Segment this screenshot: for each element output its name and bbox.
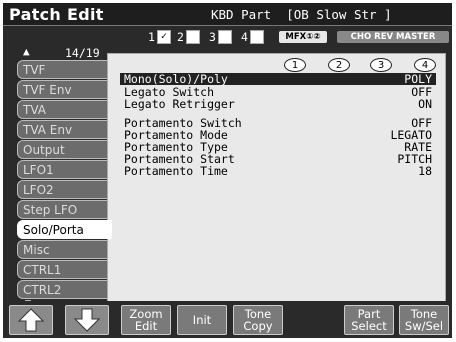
title-bar: Patch Edit KBD Part [OB Slow Str ] <box>3 3 452 26</box>
param-value: 18 <box>418 164 432 178</box>
cho-rev-master-button[interactable]: CHO REV MASTER <box>337 31 449 43</box>
tab-solo-porta[interactable]: Solo/Porta <box>17 220 112 239</box>
patch-edit-screen: Patch Edit KBD Part [OB Slow Str ] 1 ✓ 2… <box>3 3 452 338</box>
tab-counter: ▲ 14/19 <box>23 45 109 61</box>
zoom-edit-button[interactable]: Zoom Edit <box>121 305 171 335</box>
part-3-toggle[interactable]: 3 <box>209 29 232 44</box>
part-info: KBD Part [OB Slow Str ] <box>211 7 392 22</box>
part-2-label: 2 <box>177 29 184 44</box>
part-1-toggle[interactable]: 1 ✓ <box>148 29 171 44</box>
part-select-bar: 1 ✓ 2 3 4 MFX①② CHO REV MASTER <box>3 26 452 46</box>
page-title: Patch Edit <box>9 5 104 24</box>
tab-lfo2[interactable]: LFO2 <box>17 180 107 199</box>
param-row-legato-retrigger[interactable]: Legato Retrigger ON <box>120 98 436 110</box>
param-label: Portamento Time <box>124 164 228 178</box>
cursor-up-button[interactable] <box>9 305 53 335</box>
param-row-mono-poly[interactable]: Mono(Solo)/Poly POLY <box>120 73 436 85</box>
param-value: ON <box>418 97 432 111</box>
init-button[interactable]: Init <box>177 305 227 335</box>
part-4-label: 4 <box>241 29 248 44</box>
part-3-checkbox[interactable] <box>217 29 232 44</box>
tone-1-switch[interactable]: 1 <box>284 58 306 72</box>
part-4-checkbox[interactable] <box>249 29 264 44</box>
part-1-label: 1 <box>148 29 155 44</box>
tab-lfo1[interactable]: LFO1 <box>17 160 107 179</box>
tone-2-switch[interactable]: 2 <box>328 58 350 72</box>
param-label: Legato Retrigger <box>124 97 235 111</box>
tab-misc[interactable]: Misc <box>17 240 107 259</box>
function-bar: Zoom Edit Init Tone Copy Part Select Ton… <box>3 301 452 338</box>
param-value: POLY <box>404 72 432 86</box>
down-arrow-icon <box>74 308 100 332</box>
scroll-up-icon[interactable]: ▲ <box>23 45 30 58</box>
part-4-toggle[interactable]: 4 <box>241 29 264 44</box>
parameter-panel: 1 2 3 4 Mono(Solo)/Poly POLY Legato Swit… <box>107 53 446 302</box>
param-row-portamento-time[interactable]: Portamento Time 18 <box>120 165 436 177</box>
tone-copy-button[interactable]: Tone Copy <box>233 305 283 335</box>
tab-tvf-env[interactable]: TVF Env <box>17 80 107 99</box>
tone-3-switch[interactable]: 3 <box>370 58 392 72</box>
tab-tva[interactable]: TVA <box>17 100 107 119</box>
tab-tva-env[interactable]: TVA Env <box>17 120 107 139</box>
tab-tvf[interactable]: TVF <box>17 60 107 79</box>
tab-ctrl2[interactable]: CTRL2 <box>17 280 107 299</box>
part-1-checkbox[interactable]: ✓ <box>156 29 171 44</box>
part-3-label: 3 <box>209 29 216 44</box>
tone-4-switch[interactable]: 4 <box>414 58 436 72</box>
tone-sw-sel-button[interactable]: Tone Sw/Sel <box>399 305 449 335</box>
mfx-button[interactable]: MFX①② <box>279 31 327 43</box>
part-2-checkbox[interactable] <box>185 29 200 44</box>
part-select-button[interactable]: Part Select <box>344 305 394 335</box>
param-label: Mono(Solo)/Poly <box>124 72 228 86</box>
up-arrow-icon <box>18 308 44 332</box>
tab-ctrl1[interactable]: CTRL1 <box>17 260 107 279</box>
tab-step-lfo[interactable]: Step LFO <box>17 200 107 219</box>
tab-output[interactable]: Output <box>17 140 107 159</box>
tab-page-counter: 14/19 <box>65 46 100 60</box>
part-2-toggle[interactable]: 2 <box>177 29 200 44</box>
cursor-down-button[interactable] <box>65 305 109 335</box>
